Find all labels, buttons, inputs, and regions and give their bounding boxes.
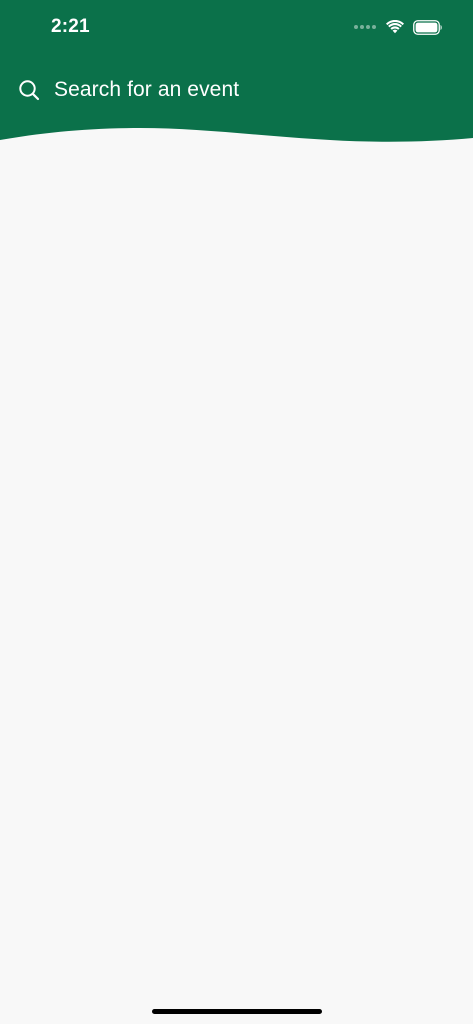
- status-indicators: [354, 17, 443, 37]
- wifi-icon: [386, 20, 404, 34]
- search-bar[interactable]: Search for an event: [18, 74, 239, 106]
- header: 2:21 Search for an event: [0, 0, 473, 150]
- status-time: 2:21: [51, 16, 90, 37]
- battery-icon: [413, 19, 442, 35]
- cellular-signal-icon: [354, 25, 378, 29]
- home-indicator[interactable]: [152, 1009, 322, 1014]
- search-icon: [19, 80, 40, 101]
- app-screen: 2:21 Search for an event: [0, 0, 473, 1024]
- status-bar: 2:21: [0, 0, 473, 54]
- search-input[interactable]: Search for an event: [54, 78, 239, 102]
